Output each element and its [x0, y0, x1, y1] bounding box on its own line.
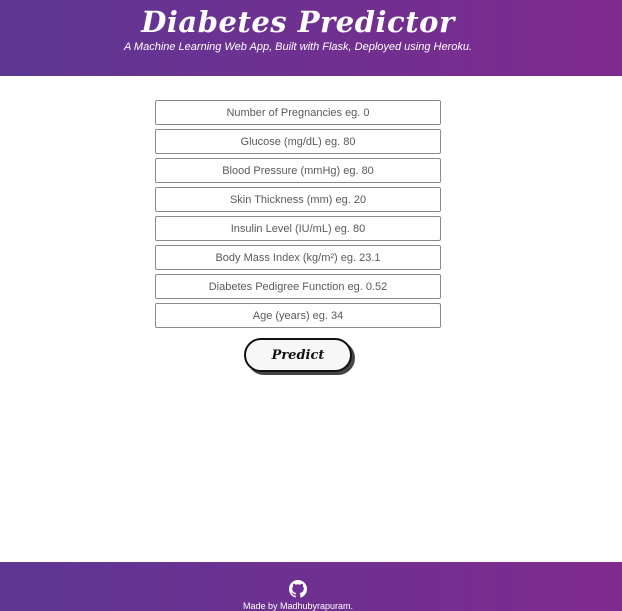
pedigree-function-input[interactable] [155, 274, 441, 299]
page-title: Diabetes Predictor [141, 5, 455, 39]
header-banner: Diabetes Predictor A Machine Learning We… [0, 0, 622, 76]
page-subtitle: A Machine Learning Web App, Built with F… [123, 41, 473, 53]
github-icon[interactable] [289, 580, 307, 598]
footer: Made by Madhubyrapuram. [0, 562, 622, 611]
prediction-form [155, 100, 441, 332]
insulin-input[interactable] [155, 216, 441, 241]
predict-button[interactable]: Predict [244, 338, 352, 372]
page: Diabetes Predictor A Machine Learning We… [0, 0, 622, 611]
footer-credit: Made by Madhubyrapuram. [242, 601, 354, 611]
blood-pressure-input[interactable] [155, 158, 441, 183]
age-input[interactable] [155, 303, 441, 328]
bmi-input[interactable] [155, 245, 441, 270]
skin-thickness-input[interactable] [155, 187, 441, 212]
pregnancies-input[interactable] [155, 100, 441, 125]
glucose-input[interactable] [155, 129, 441, 154]
